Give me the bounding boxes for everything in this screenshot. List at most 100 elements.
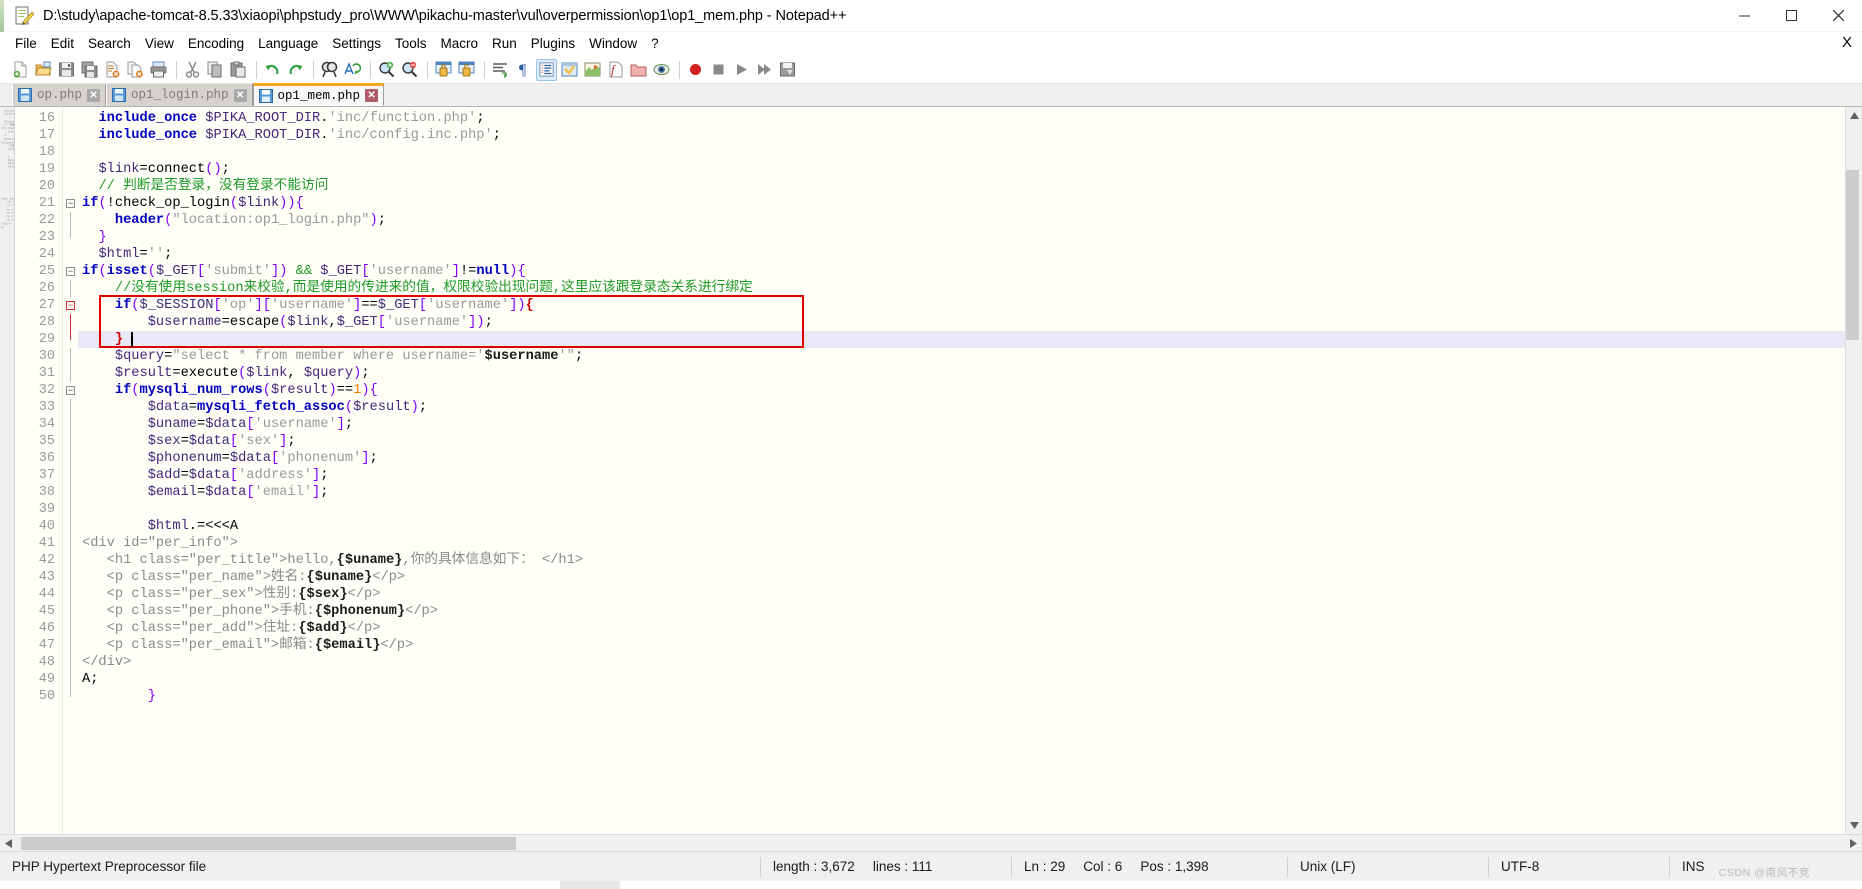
code-line[interactable]: </div> xyxy=(78,654,1845,671)
code-line[interactable]: $link=connect(); xyxy=(78,161,1845,178)
code-line[interactable]: <p class="per_phone">手机:{$phonenum}</p> xyxy=(78,603,1845,620)
redo-icon[interactable] xyxy=(285,59,306,81)
vertical-scroll-thumb[interactable] xyxy=(1845,170,1859,340)
save-all-icon[interactable] xyxy=(79,59,100,81)
horizontal-scroll-thumb[interactable] xyxy=(21,836,516,850)
code-line[interactable]: $username=escape($link,$_GET['username']… xyxy=(78,314,1845,331)
paste-icon[interactable] xyxy=(228,59,249,81)
code-line[interactable]: // 判断是否登录，没有登录不能访问 xyxy=(78,178,1845,195)
menu-help[interactable]: ? xyxy=(644,33,666,55)
open-file-icon[interactable] xyxy=(33,59,54,81)
user-defined-dialog-icon[interactable] xyxy=(559,59,580,81)
tab-op1-mem-php[interactable]: op1_mem.php ✕ xyxy=(252,83,385,106)
fold-collapse-box[interactable]: − xyxy=(66,199,75,208)
function-list-icon[interactable]: f xyxy=(605,59,626,81)
code-line[interactable]: include_once $PIKA_ROOT_DIR.'inc/config.… xyxy=(78,127,1845,144)
code-folding-column[interactable]: − − − − xyxy=(62,107,78,834)
code-line[interactable]: <p class="per_email">邮箱:{$email}</p> xyxy=(78,637,1845,654)
tab-close-icon[interactable]: ✕ xyxy=(365,89,379,102)
horizontal-scrollbar[interactable] xyxy=(0,834,1862,851)
tab-op-php[interactable]: op.php ✕ xyxy=(12,84,107,106)
code-line[interactable]: if(!check_op_login($link)){ xyxy=(78,195,1845,212)
undo-icon[interactable] xyxy=(262,59,283,81)
menu-tools[interactable]: Tools xyxy=(388,33,434,55)
minimize-button[interactable] xyxy=(1721,0,1768,32)
menu-window[interactable]: Window xyxy=(582,33,644,55)
code-line[interactable]: $html.=<<<A xyxy=(78,518,1845,535)
cut-icon[interactable] xyxy=(182,59,203,81)
code-line[interactable]: $phonenum=$data['phonenum']; xyxy=(78,450,1845,467)
editor-area[interactable]: include_once $PIKA_ROOT_DIR.'inc/functio… xyxy=(0,107,1862,834)
scroll-up-arrow[interactable] xyxy=(1846,107,1862,124)
word-wrap-icon[interactable] xyxy=(490,59,511,81)
menu-file[interactable]: File xyxy=(8,33,44,55)
stop-macro-icon[interactable] xyxy=(708,59,729,81)
tab-close-icon[interactable]: ✕ xyxy=(87,88,101,102)
close-document-button[interactable]: X xyxy=(1842,34,1852,51)
fold-marker[interactable]: − xyxy=(63,263,78,280)
code-line[interactable]: if(isset($_GET['submit']) && $_GET['user… xyxy=(78,263,1845,280)
print-icon[interactable] xyxy=(148,59,169,81)
fold-marker[interactable]: − xyxy=(63,195,78,212)
save-macro-icon[interactable] xyxy=(777,59,798,81)
fold-marker[interactable]: − xyxy=(63,382,78,399)
close-all-icon[interactable] xyxy=(125,59,146,81)
play-macro-icon[interactable] xyxy=(731,59,752,81)
code-line[interactable]: $data=mysqli_fetch_assoc($result); xyxy=(78,399,1845,416)
tab-close-icon[interactable]: ✕ xyxy=(233,88,247,102)
code-line[interactable]: <p class="per_add">住址:{$add}</p> xyxy=(78,620,1845,637)
menu-language[interactable]: Language xyxy=(251,33,325,55)
code-line[interactable]: header("location:op1_login.php"); xyxy=(78,212,1845,229)
code-line[interactable]: $result=execute($link, $query); xyxy=(78,365,1845,382)
menu-encoding[interactable]: Encoding xyxy=(181,33,251,55)
scroll-right-arrow[interactable] xyxy=(1845,835,1862,852)
copy-icon[interactable] xyxy=(205,59,226,81)
code-line[interactable]: if($_SESSION['op']['username']==$_GET['u… xyxy=(78,297,1845,314)
sync-vertical-scroll-icon[interactable] xyxy=(433,59,454,81)
zoom-in-icon[interactable] xyxy=(376,59,397,81)
document-map[interactable]: include_once $PIKA_ROOT_DIR.'inc/functio… xyxy=(0,107,15,834)
code-line[interactable]: <h1 class="per_title">hello,{$uname},你的具… xyxy=(78,552,1845,569)
replace-icon[interactable] xyxy=(342,59,363,81)
menu-edit[interactable]: Edit xyxy=(44,33,81,55)
code-line[interactable]: $add=$data['address']; xyxy=(78,467,1845,484)
code-line[interactable]: $uname=$data['username']; xyxy=(78,416,1845,433)
menu-run[interactable]: Run xyxy=(485,33,524,55)
maximize-button[interactable] xyxy=(1768,0,1815,32)
new-file-icon[interactable] xyxy=(10,59,31,81)
menu-plugins[interactable]: Plugins xyxy=(524,33,582,55)
fold-collapse-box[interactable]: − xyxy=(66,267,75,276)
fold-collapse-box[interactable]: − xyxy=(66,386,75,395)
horizontal-scroll-track[interactable] xyxy=(17,835,1845,852)
fold-collapse-box[interactable]: − xyxy=(66,301,75,310)
close-file-icon[interactable] xyxy=(102,59,123,81)
tab-op1-login-php[interactable]: op1_login.php ✕ xyxy=(106,84,253,106)
code-line[interactable]: } xyxy=(78,229,1845,246)
monitoring-icon[interactable] xyxy=(651,59,672,81)
menu-macro[interactable]: Macro xyxy=(434,33,486,55)
code-line[interactable] xyxy=(78,144,1845,161)
code-line[interactable]: $email=$data['email']; xyxy=(78,484,1845,501)
sync-horizontal-scroll-icon[interactable] xyxy=(456,59,477,81)
code-line[interactable]: $query="select * from member where usern… xyxy=(78,348,1845,365)
menu-settings[interactable]: Settings xyxy=(325,33,388,55)
menu-view[interactable]: View xyxy=(138,33,181,55)
code-line[interactable]: $sex=$data['sex']; xyxy=(78,433,1845,450)
show-document-map-icon[interactable] xyxy=(582,59,603,81)
code-line[interactable]: } xyxy=(78,688,1845,705)
fold-marker[interactable]: − xyxy=(63,297,78,314)
code-line[interactable] xyxy=(78,501,1845,518)
vertical-scrollbar[interactable] xyxy=(1845,107,1862,834)
code-line[interactable]: //没有使用session来校验,而是使用的传进来的值，权限校验出现问题,这里应… xyxy=(78,280,1845,297)
scroll-down-arrow[interactable] xyxy=(1846,817,1862,834)
vertical-scroll-track[interactable] xyxy=(1845,124,1862,817)
code-text-area[interactable]: include_once $PIKA_ROOT_DIR.'inc/functio… xyxy=(78,107,1845,834)
code-line[interactable]: <div id="per_info"> xyxy=(78,535,1845,552)
code-line[interactable]: <p class="per_name">姓名:{$uname}</p> xyxy=(78,569,1845,586)
code-line[interactable]: $html=''; xyxy=(78,246,1845,263)
find-icon[interactable] xyxy=(319,59,340,81)
code-line[interactable]: <p class="per_sex">性别:{$sex}</p> xyxy=(78,586,1845,603)
scroll-left-arrow[interactable] xyxy=(0,835,17,852)
menu-search[interactable]: Search xyxy=(81,33,138,55)
code-line[interactable]: } xyxy=(78,331,1845,348)
